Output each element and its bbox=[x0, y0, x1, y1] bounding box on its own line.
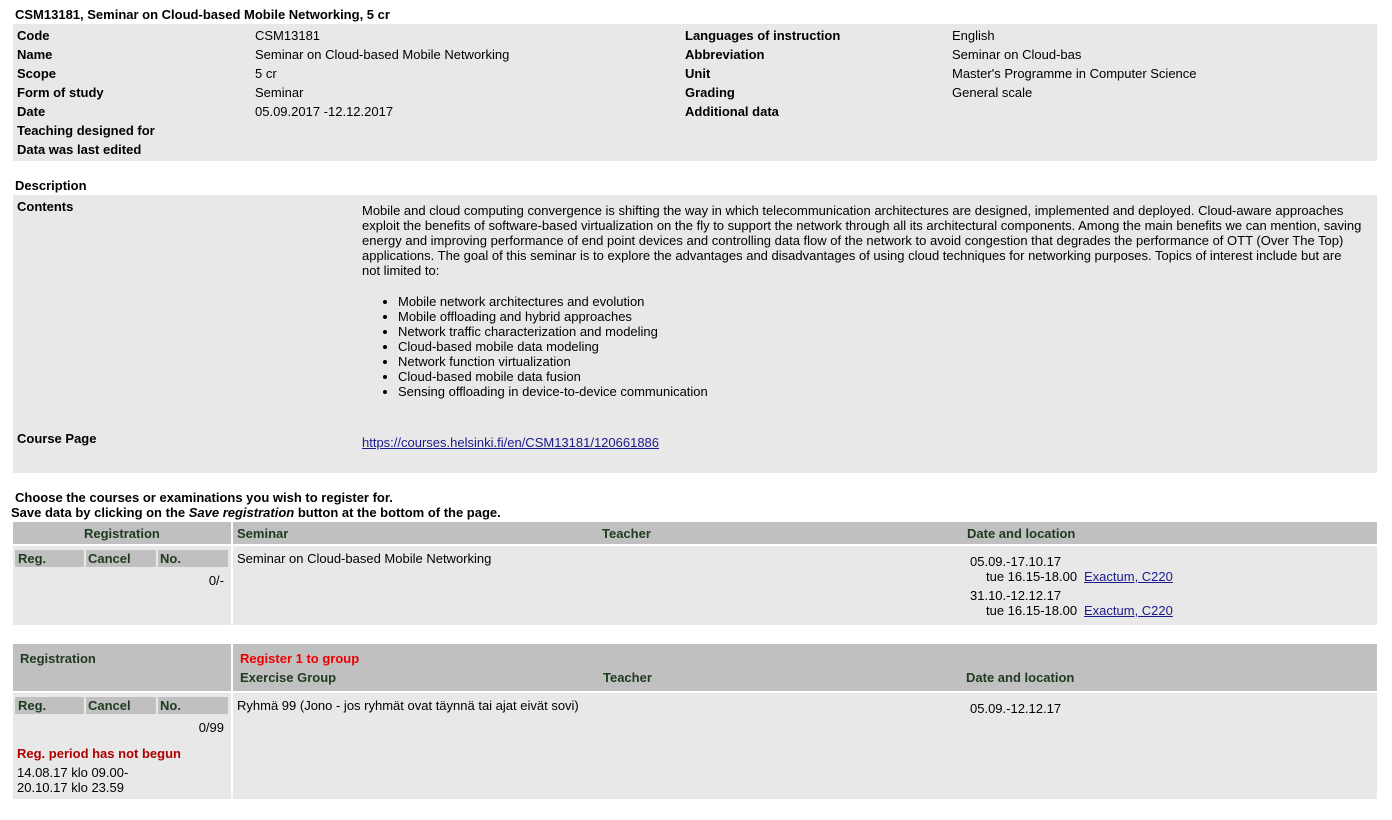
topic-item: Mobile network architectures and evoluti… bbox=[398, 294, 1342, 309]
seminar-count: 0/- bbox=[208, 573, 224, 588]
exercise-group-name: Ryhmä 99 (Jono - jos ryhmät ovat täynnä … bbox=[237, 698, 579, 713]
info-label-additional: Additional data bbox=[685, 104, 779, 119]
seminar-sub-reg-label: Reg. bbox=[18, 551, 47, 566]
exercise-sub-cancel-label: Cancel bbox=[88, 698, 131, 713]
topic-item: Sensing offloading in device-to-device c… bbox=[398, 384, 1342, 399]
info-label-date: Date bbox=[17, 104, 46, 119]
info-value-abbreviation: Seminar on Cloud-bas bbox=[952, 47, 1082, 62]
session-dates: 31.10.-12.12.17 bbox=[970, 588, 1062, 603]
save-registration-ref: Save registration bbox=[188, 505, 295, 520]
exercise-count: 0/99 bbox=[198, 720, 224, 735]
page-title: CSM13181, Seminar on Cloud-based Mobile … bbox=[15, 7, 390, 22]
topic-item: Network function virtualization bbox=[398, 354, 1342, 369]
reg-status: Reg. period has not begun bbox=[17, 746, 181, 761]
session-time: tue 16.15-18.00 bbox=[986, 603, 1078, 618]
col-teacher-exercise: Teacher bbox=[603, 670, 652, 685]
exercise-sub-no-label: No. bbox=[160, 698, 181, 713]
reg-period-start: 14.08.17 klo 09.00- bbox=[17, 765, 129, 780]
info-value-grading: General scale bbox=[952, 85, 1033, 100]
info-label-code: Code bbox=[17, 28, 50, 43]
info-label-last-edited: Data was last edited bbox=[17, 142, 142, 157]
col-date-location: Date and location bbox=[967, 526, 1076, 541]
info-label-name: Name bbox=[17, 47, 53, 62]
course-page-label: Course Page bbox=[17, 431, 97, 446]
topic-item: Cloud-based mobile data fusion bbox=[398, 369, 1342, 384]
info-label-form: Form of study bbox=[17, 85, 104, 100]
seminar-columns-header bbox=[233, 522, 1377, 544]
instructions-line2-pre: Save data by clicking on the bbox=[11, 505, 189, 520]
col-exercise-group: Exercise Group bbox=[240, 670, 337, 685]
seminar-registration-header-label: Registration bbox=[84, 526, 160, 541]
exercise-columns-header bbox=[233, 644, 1377, 691]
info-label-scope: Scope bbox=[17, 66, 57, 81]
col-date-location-exercise: Date and location bbox=[966, 670, 1075, 685]
instructions-line2-post: button at the bottom of the page. bbox=[294, 505, 501, 520]
contents-label: Contents bbox=[17, 199, 74, 214]
info-value-unit: Master's Programme in Computer Science bbox=[952, 66, 1197, 81]
info-label-languages: Languages of instruction bbox=[685, 28, 841, 43]
topic-item: Cloud-based mobile data modeling bbox=[398, 339, 1342, 354]
info-value-languages: English bbox=[952, 28, 995, 43]
session-location-link[interactable]: Exactum, C220 bbox=[1084, 603, 1173, 618]
info-value-code: CSM13181 bbox=[255, 28, 321, 43]
info-label-teaching: Teaching designed for bbox=[17, 123, 155, 138]
info-value-scope: 5 cr bbox=[255, 66, 277, 81]
contents-text: Mobile and cloud computing convergence i… bbox=[362, 203, 1362, 278]
exercise-sub-reg-label: Reg. bbox=[18, 698, 47, 713]
instructions-line1: Choose the courses or examinations you w… bbox=[15, 490, 393, 505]
col-teacher: Teacher bbox=[602, 526, 651, 541]
session-location-link[interactable]: Exactum, C220 bbox=[1084, 569, 1173, 584]
info-label-unit: Unit bbox=[685, 66, 711, 81]
course-page-link[interactable]: https://courses.helsinki.fi/en/CSM13181/… bbox=[362, 435, 659, 450]
exercise-group-dates: 05.09.-12.12.17 bbox=[970, 701, 1062, 716]
register-to-group-note: Register 1 to group bbox=[240, 651, 360, 666]
info-value-date: 05.09.2017 -12.12.2017 bbox=[255, 104, 394, 119]
col-seminar: Seminar bbox=[237, 526, 289, 541]
seminar-sub-no-label: No. bbox=[160, 551, 181, 566]
topic-item: Mobile offloading and hybrid approaches bbox=[398, 309, 1342, 324]
instructions-line2: Save data by clicking on the Save regist… bbox=[11, 505, 501, 520]
reg-period-end: 20.10.17 klo 23.59 bbox=[17, 780, 124, 795]
description-heading: Description bbox=[15, 178, 87, 193]
seminar-sub-cancel-label: Cancel bbox=[88, 551, 131, 566]
topics-list: Mobile network architectures and evoluti… bbox=[362, 294, 1342, 399]
session-dates: 05.09.-17.10.17 bbox=[970, 554, 1062, 569]
seminar-name: Seminar on Cloud-based Mobile Networking bbox=[237, 551, 492, 566]
info-value-name: Seminar on Cloud-based Mobile Networking bbox=[255, 47, 510, 62]
info-label-grading: Grading bbox=[685, 85, 735, 100]
session-time: tue 16.15-18.00 bbox=[986, 569, 1078, 584]
topic-item: Network traffic characterization and mod… bbox=[398, 324, 1342, 339]
info-label-abbreviation: Abbreviation bbox=[685, 47, 765, 62]
info-value-form: Seminar bbox=[255, 85, 304, 100]
exercise-registration-header-label: Registration bbox=[20, 651, 96, 666]
